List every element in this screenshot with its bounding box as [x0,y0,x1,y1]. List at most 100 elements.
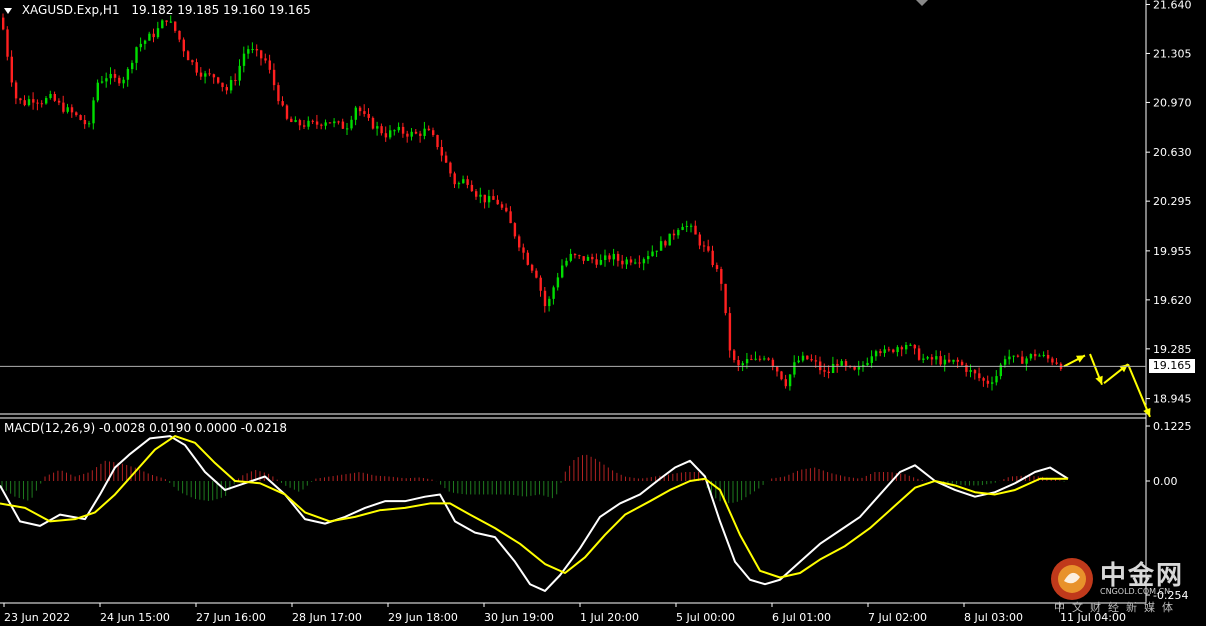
candle-body [255,49,259,51]
candle [165,20,168,26]
candle [1055,357,1058,365]
price-tick-label: 20.630 [1153,146,1192,159]
scroll-marker-icon [916,0,928,6]
candle-body [70,107,74,113]
time-tick-label: 5 Jul 00:00 [676,611,735,624]
candle-body [844,361,848,366]
candle-body [922,358,925,360]
candle [419,130,422,143]
candle-body [973,370,977,374]
candle-body [389,130,392,138]
candle-body [315,121,319,125]
candle [122,76,125,89]
candle [797,355,800,364]
candle [647,250,650,264]
candle-body [66,107,69,112]
candle [535,268,538,279]
candle-body [432,130,435,136]
candle [724,283,727,316]
candle [819,356,822,375]
candle-body [565,260,568,266]
candle [737,355,740,372]
candle [960,359,964,367]
candle-body [264,58,267,61]
candle [298,118,302,131]
price-tick-label: 21.640 [1153,0,1192,11]
candle [922,353,925,364]
candle-body [122,79,125,84]
candle [642,257,646,271]
main-chart-frame [0,0,1147,604]
candle-body [823,370,826,372]
candle [100,75,104,84]
candle [905,342,908,355]
candle-layer [2,13,1063,391]
candle [401,122,405,138]
candle-body [621,260,624,265]
candle-body [664,241,667,246]
candle-body [234,80,237,82]
price-tick-label: 19.955 [1153,245,1192,258]
candle [277,82,280,105]
candle [685,220,689,233]
candle [651,245,654,257]
candle [1021,350,1024,364]
candle [492,189,495,200]
candle-body [604,255,607,260]
candle [6,26,9,61]
candle [978,367,981,382]
candle-body [698,234,701,246]
candle [174,21,177,33]
candle-body [27,99,31,106]
candle-body [247,49,250,54]
candle-body [763,358,766,360]
symbol-label: XAGUSD.Exp,H1 [21,3,120,17]
candle-body [161,20,164,29]
candle [199,67,203,80]
candle [406,130,409,143]
candle-body [277,85,280,102]
candle [23,95,26,107]
candle [879,348,882,357]
candle-body [582,256,585,261]
candle-body [634,262,637,264]
candle [212,73,216,84]
macd-tick-label: 0.00 [1153,475,1178,488]
candle [358,105,362,116]
candle-body [870,356,873,363]
candle [109,67,112,85]
candle-body [500,204,504,208]
candle-body [208,73,211,75]
candle-body [156,28,160,38]
candle [578,254,581,260]
candle [363,104,366,117]
candle [27,95,31,107]
candle [831,356,835,374]
candle [935,350,938,365]
candle-body [311,120,314,122]
candle [118,75,121,86]
candle [616,251,620,267]
candle [776,365,779,377]
candle [677,228,680,239]
candle [668,233,671,246]
candle [530,263,534,274]
candle-body [449,162,452,174]
candle [337,120,340,125]
dropdown-triangle-icon[interactable] [4,7,12,14]
candle [965,362,968,377]
candle [874,349,878,361]
candle-body [978,373,981,379]
candle-body [741,363,744,366]
candle-body [771,359,775,367]
candle-body [367,113,370,118]
current-price-label: 19.165 [1149,359,1195,374]
candle [324,119,327,130]
candle-body [118,77,121,84]
time-tick-label: 29 Jun 18:00 [388,611,458,624]
candle [991,376,994,391]
candle [664,239,667,248]
candle-body [436,135,439,148]
candle-body [758,358,762,360]
candle-body [793,362,796,375]
